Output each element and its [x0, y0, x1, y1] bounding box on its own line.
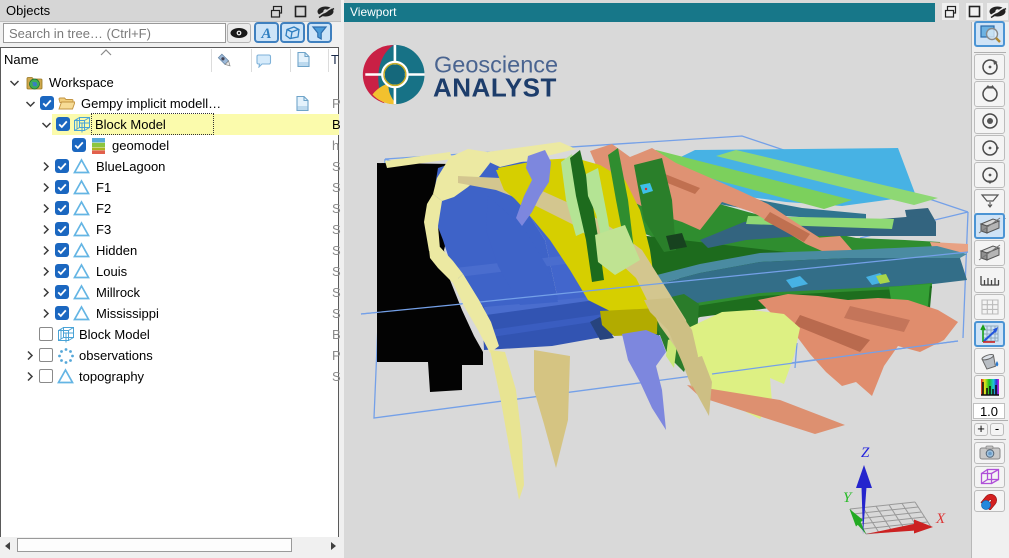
svg-text:Z: Z — [861, 445, 870, 461]
svg-text:A: A — [260, 26, 271, 41]
svg-text:Y: Y — [843, 490, 853, 506]
svg-text:X: X — [935, 511, 946, 527]
